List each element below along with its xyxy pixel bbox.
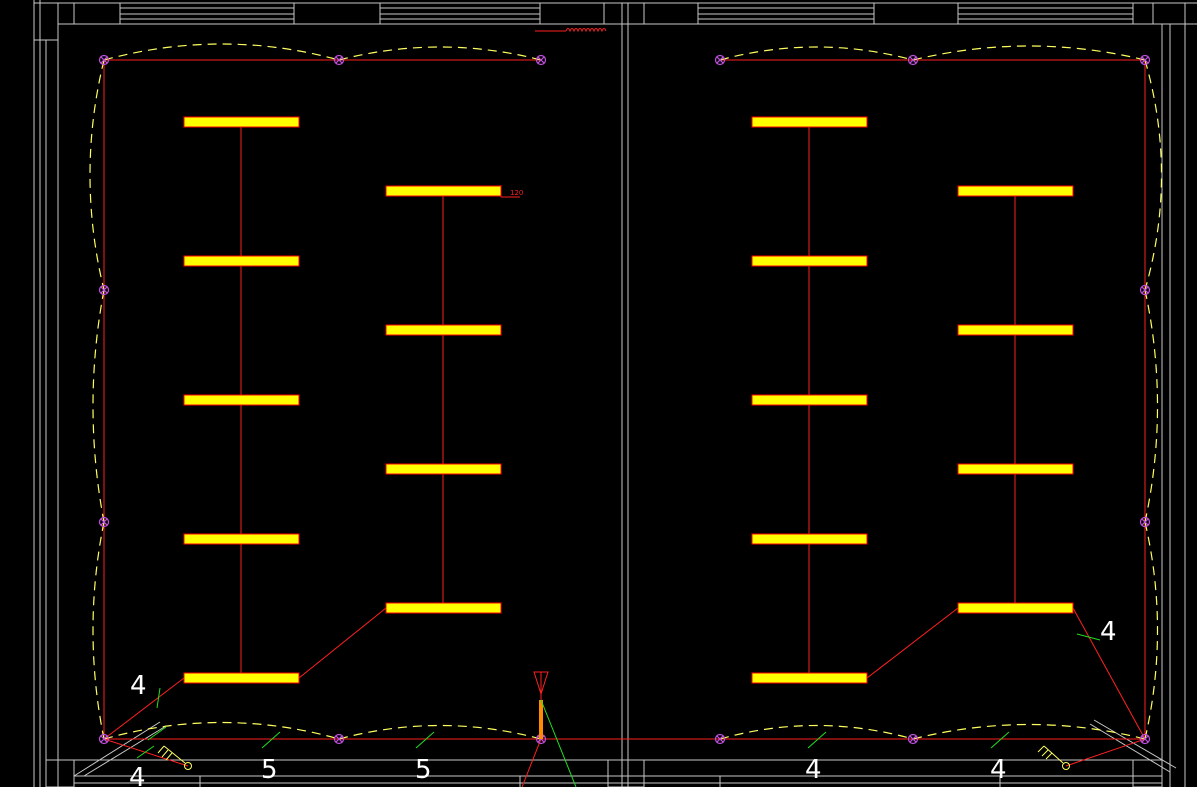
fluorescent-lamp-icon <box>751 394 868 406</box>
fluorescent-lamp-icon <box>183 672 300 684</box>
electrical-floor-plan: 120 4 4 5 5 4 4 4 <box>0 0 1197 787</box>
fluorescent-lamp-icon <box>751 116 868 128</box>
wire-count-label: 5 <box>261 755 278 785</box>
wire-count-label: 4 <box>130 671 147 701</box>
fluorescent-lamp-icon <box>751 255 868 267</box>
fluorescent-lamp-icon <box>751 533 868 545</box>
wire-count-label: 4 <box>129 763 146 787</box>
fluorescent-lamp-icon <box>183 255 300 267</box>
fluorescent-lamp-icon <box>957 185 1074 197</box>
fluorescent-lamp-icon <box>957 463 1074 475</box>
fluorescent-lamp-icon <box>957 324 1074 336</box>
fluorescent-lamp-icon <box>385 602 502 614</box>
fluorescent-lamp-icon <box>183 533 300 545</box>
fluorescent-lamp-icon <box>751 672 868 684</box>
fluorescent-lamp-icon <box>385 185 502 197</box>
fluorescent-lamp-icon <box>957 602 1074 614</box>
fluorescent-lamp-icon <box>183 116 300 128</box>
wire-count-label: 5 <box>415 755 432 785</box>
wire-count-label: 4 <box>1100 617 1117 647</box>
dimension-label: 120 <box>510 189 523 197</box>
fluorescent-lamp-icon <box>385 324 502 336</box>
wire-count-label: 4 <box>990 755 1007 785</box>
fluorescent-lamp-icon <box>183 394 300 406</box>
wire-count-label: 4 <box>805 755 822 785</box>
drawing-background <box>0 0 1197 787</box>
fluorescent-lamp-icon <box>385 463 502 475</box>
